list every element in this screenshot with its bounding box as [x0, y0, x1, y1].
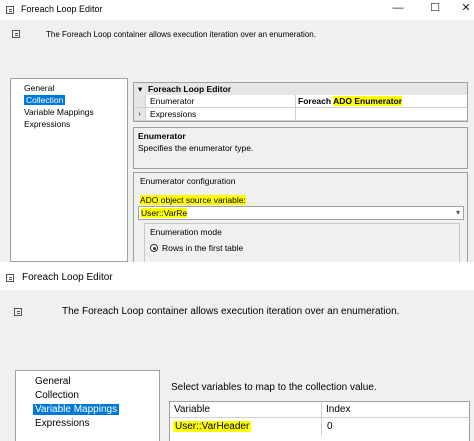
- expressions-value[interactable]: [296, 108, 467, 121]
- bottom-header-icon: [14, 308, 22, 316]
- config-panel: Enumerator configuration ADO object sour…: [133, 172, 468, 263]
- source-label: ADO object source variable:: [140, 195, 246, 205]
- mode-group: Enumeration mode Rows in the first table: [144, 223, 460, 263]
- close-button[interactable]: ✕: [459, 1, 473, 15]
- bottom-nav-expressions[interactable]: Expressions: [35, 417, 159, 431]
- mode-title: Enumeration mode: [150, 227, 222, 237]
- collapse-icon[interactable]: ▾: [138, 83, 148, 95]
- enumerator-label: Enumerator: [146, 95, 296, 108]
- expressions-label: Expressions: [146, 108, 296, 121]
- index-cell[interactable]: 0: [322, 418, 469, 436]
- column-index[interactable]: Index: [322, 402, 469, 417]
- grid-category-row[interactable]: ▾ Foreach Loop Editor: [134, 83, 467, 95]
- top-nav-general[interactable]: General: [24, 82, 127, 94]
- bottom-dialog: Foreach Loop Editor The Foreach Loop con…: [0, 262, 474, 441]
- bottom-nav-collection[interactable]: Collection: [35, 389, 159, 403]
- help-title: Enumerator: [138, 131, 186, 141]
- source-dropdown[interactable]: User::VarRe ▾: [138, 206, 464, 220]
- mapping-header: Variable Index: [170, 402, 469, 418]
- bottom-window-icon: [6, 274, 14, 282]
- bottom-window-title: Foreach Loop Editor: [22, 272, 113, 283]
- column-variable[interactable]: Variable: [170, 402, 322, 417]
- map-label: Select variables to map to the collectio…: [171, 382, 377, 393]
- top-window-title: Foreach Loop Editor: [21, 4, 103, 14]
- bottom-nav-list: General Collection Variable Mappings Exp…: [15, 370, 160, 441]
- top-nav-variable-mappings[interactable]: Variable Mappings: [24, 106, 127, 118]
- top-nav-collection[interactable]: Collection: [24, 94, 127, 106]
- top-header-icon: [12, 30, 20, 38]
- mapping-table: Variable Index User::VarHeader 0: [169, 401, 470, 441]
- enumerator-value[interactable]: Foreach ADO Enumerator: [296, 95, 467, 108]
- property-grid: ▾ Foreach Loop Editor Enumerator Foreach …: [133, 82, 468, 122]
- maximize-button[interactable]: ☐: [428, 1, 442, 15]
- expand-icon[interactable]: ›: [134, 108, 146, 121]
- radio-selected-icon[interactable]: [150, 244, 158, 252]
- top-dialog: Foreach Loop Editor — ☐ ✕ The Foreach Lo…: [0, 0, 474, 263]
- table-row[interactable]: User::VarHeader 0: [170, 418, 469, 436]
- minimize-button[interactable]: —: [391, 1, 405, 15]
- mode-option-rows-first[interactable]: Rows in the first table: [150, 243, 243, 253]
- chevron-down-icon: ▾: [455, 208, 460, 217]
- help-text: Specifies the enumerator type.: [138, 143, 254, 153]
- config-title: Enumerator configuration: [140, 176, 236, 186]
- variable-cell[interactable]: User::VarHeader: [170, 418, 322, 436]
- top-nav-list: General Collection Variable Mappings Exp…: [10, 78, 128, 262]
- help-box: Enumerator Specifies the enumerator type…: [133, 127, 468, 169]
- top-nav-expressions[interactable]: Expressions: [24, 118, 127, 130]
- top-window-icon: [6, 6, 14, 14]
- grid-row-enumerator[interactable]: Enumerator Foreach ADO Enumerator: [134, 95, 467, 108]
- top-description: The Foreach Loop container allows execut…: [46, 30, 316, 39]
- grid-row-expressions[interactable]: › Expressions: [134, 108, 467, 121]
- bottom-nav-variable-mappings[interactable]: Variable Mappings: [33, 403, 159, 417]
- bottom-nav-general[interactable]: General: [35, 375, 159, 389]
- bottom-description: The Foreach Loop container allows execut…: [62, 306, 400, 317]
